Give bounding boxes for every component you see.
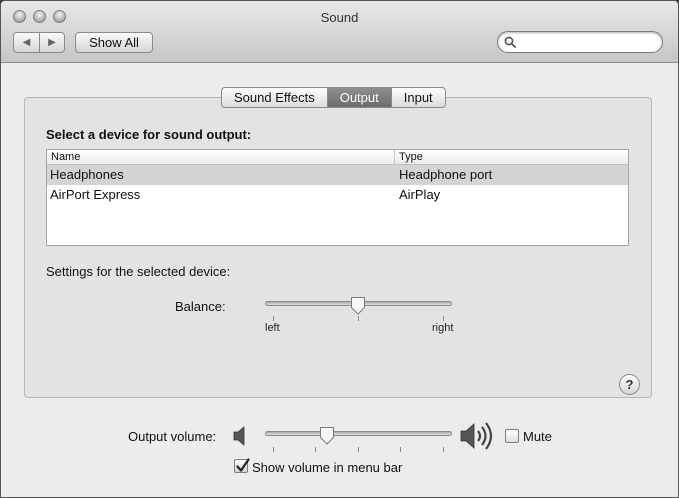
device-name: Headphones <box>50 167 124 182</box>
tick-mark <box>400 447 401 452</box>
back-button[interactable]: ◀ <box>14 33 39 52</box>
speaker-high-icon <box>460 422 493 450</box>
search-field[interactable] <box>497 31 663 53</box>
device-list-heading: Select a device for sound output: <box>46 127 252 142</box>
help-button[interactable]: ? <box>619 374 640 395</box>
device-name: AirPort Express <box>50 187 141 202</box>
tab-output[interactable]: Output <box>326 88 391 107</box>
tab-sound-effects[interactable]: Sound Effects <box>222 88 327 107</box>
tick-mark <box>273 316 274 321</box>
balance-label: Balance: <box>175 299 226 314</box>
column-header-name[interactable]: Name <box>47 150 395 164</box>
tab-bar: Sound Effects Output Input <box>221 87 446 108</box>
tick-mark <box>443 447 444 452</box>
show-volume-in-menu-bar-checkbox[interactable] <box>234 458 250 473</box>
sound-preferences-window: Sound ◀ ▶ Show All Sound Effects Output … <box>0 0 679 498</box>
balance-slider[interactable]: left right <box>265 296 454 336</box>
tick-mark <box>358 447 359 452</box>
forward-arrow-icon: ▶ <box>48 37 56 48</box>
output-volume-slider[interactable] <box>265 425 452 455</box>
checkmark-icon <box>236 458 250 472</box>
table-row[interactable]: Headphones Headphone port <box>47 165 628 185</box>
volume-slider-thumb[interactable] <box>319 426 335 445</box>
output-panel: Select a device for sound output: Name T… <box>24 97 652 398</box>
tick-mark <box>358 316 359 321</box>
mute-checkbox[interactable] <box>505 429 519 443</box>
balance-slider-thumb[interactable] <box>350 296 366 315</box>
search-input[interactable] <box>520 34 656 50</box>
speaker-low-icon <box>233 426 245 446</box>
device-table[interactable]: Name Type Headphones Headphone port AirP… <box>46 149 629 246</box>
tick-mark <box>315 447 316 452</box>
column-header-type[interactable]: Type <box>395 150 423 164</box>
show-all-button[interactable]: Show All <box>75 32 153 53</box>
back-arrow-icon: ◀ <box>22 37 31 48</box>
forward-button[interactable]: ▶ <box>39 33 64 52</box>
show-volume-in-menu-bar-label: Show volume in menu bar <box>252 460 403 475</box>
tick-mark <box>273 447 274 452</box>
tab-input[interactable]: Input <box>390 88 445 107</box>
navigation-buttons: ◀ ▶ <box>13 32 65 53</box>
title-bar: Sound ◀ ▶ Show All <box>1 1 678 63</box>
search-icon <box>504 36 516 48</box>
output-volume-label: Output volume: <box>128 429 217 444</box>
window-title: Sound <box>320 10 359 25</box>
tick-mark <box>443 316 444 321</box>
device-type: AirPlay <box>399 187 441 202</box>
table-row[interactable]: AirPort Express AirPlay <box>47 185 628 205</box>
device-settings-label: Settings for the selected device: <box>46 264 231 279</box>
balance-left-label: left <box>265 322 280 334</box>
balance-right-label: right <box>432 322 454 334</box>
mute-label: Mute <box>523 429 552 444</box>
table-header: Name Type <box>47 150 628 165</box>
volume-track[interactable] <box>265 431 452 436</box>
device-type: Headphone port <box>399 167 493 182</box>
